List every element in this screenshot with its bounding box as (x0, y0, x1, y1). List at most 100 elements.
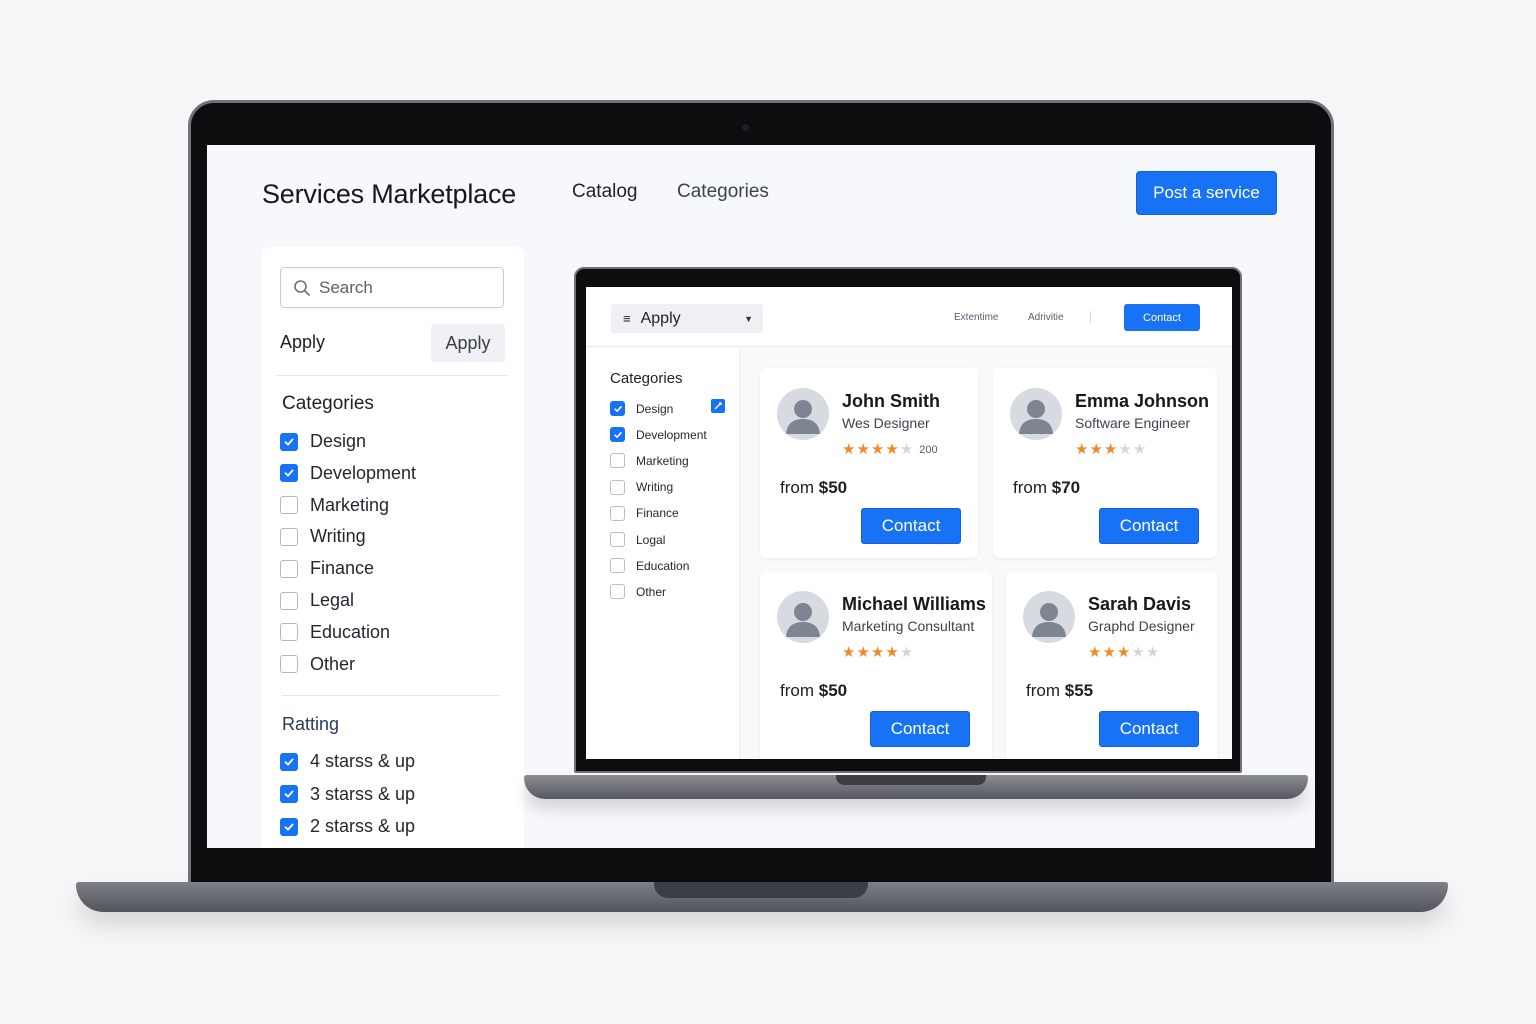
checkbox-label: Other (310, 653, 356, 674)
inner-categories-title: Categories (610, 370, 683, 387)
checkbox-row[interactable]: 3 starss & up (280, 784, 415, 805)
checkbox-label: 4 starss & up (310, 751, 416, 771)
rating-stars: ★ ★ ★ ★ ★ (842, 645, 914, 660)
checkbox-row[interactable]: Finance (280, 558, 374, 579)
provider-role: Marketing Consultant (842, 618, 975, 634)
nav-catalog[interactable]: Catalog (572, 181, 638, 203)
checkbox[interactable] (610, 453, 625, 469)
inner-link-extentime[interactable]: Extentime (954, 312, 998, 323)
checkbox-label: Development (636, 427, 707, 442)
inner-contact-button[interactable]: Contact (1124, 304, 1200, 331)
checkbox-row[interactable]: Other (280, 654, 355, 675)
post-service-button[interactable]: Post a service (1136, 171, 1277, 215)
checkbox[interactable] (280, 785, 298, 803)
checkbox-row[interactable]: Finance (610, 505, 679, 521)
provider-card: Michael Williams Marketing Consultant ★ ★ ★ ★… (760, 571, 992, 759)
star-icon: ★ (856, 644, 870, 661)
inner-topbar: ≡ Apply ▼ Extentime Adrivitie Contact (586, 287, 1232, 347)
contact-button[interactable]: Contact (861, 508, 961, 544)
checkbox[interactable] (610, 479, 625, 495)
checkbox-row[interactable]: 4 starss & up (280, 751, 415, 772)
inner-dropdown[interactable]: ≡ Apply ▼ (611, 304, 763, 333)
checkbox[interactable] (280, 432, 298, 451)
checkbox-row[interactable]: Marketing (610, 453, 689, 469)
checkbox[interactable] (610, 558, 625, 574)
rating-stars: ★ ★ ★ ★ ★ (1088, 645, 1160, 660)
checkbox-row[interactable]: Other (610, 584, 666, 600)
checkbox-row[interactable]: Writing (610, 479, 674, 495)
provider-card: John Smith Wes Designer ★ ★ ★ ★ ★ 200 from $50 Co… (760, 368, 978, 558)
provider-name: Michael Williams (842, 594, 986, 614)
checkbox[interactable] (280, 623, 298, 642)
checkbox-row[interactable]: Design (280, 431, 366, 452)
star-icon: ★ (1089, 441, 1103, 458)
apply-label: Apply (280, 332, 326, 352)
avatar (1010, 388, 1062, 440)
checkbox[interactable] (610, 401, 625, 416)
checkbox-label: Writing (636, 480, 674, 495)
checkbox[interactable] (280, 464, 298, 483)
checkbox-row[interactable]: Legal (280, 590, 354, 611)
price: from $55 (1026, 681, 1093, 701)
inner-link-adrivitie[interactable]: Adrivitie (1028, 312, 1064, 323)
checkbox-row[interactable]: Logal (610, 532, 665, 547)
avatar (777, 388, 829, 440)
camera-icon (742, 124, 749, 131)
checkbox-row[interactable]: Education (610, 558, 689, 574)
provider-name: John Smith (842, 391, 940, 411)
edit-icon[interactable] (711, 399, 725, 413)
price-value: $70 (1051, 478, 1081, 497)
price: from $50 (780, 681, 847, 701)
checkbox[interactable] (610, 427, 625, 443)
contact-button[interactable]: Contact (870, 711, 970, 747)
checkbox-row[interactable]: Development (280, 463, 416, 484)
star-icon: ★ (1118, 441, 1132, 458)
checkbox[interactable] (280, 527, 298, 546)
star-icon: ★ (856, 441, 870, 458)
star-icon: ★ (899, 441, 914, 458)
price-value: $50 (818, 681, 848, 700)
checkbox-row[interactable]: Design (610, 401, 673, 416)
separator (1090, 311, 1091, 323)
checkbox-label: Legal (310, 590, 355, 610)
checkbox-row[interactable]: 2 starss & up (280, 816, 415, 837)
checkbox-row[interactable]: Education (280, 622, 390, 643)
checkbox-row[interactable]: Writing (280, 526, 366, 547)
checkbox-label: 3 starss & up (310, 783, 416, 804)
inner-laptop-notch (836, 775, 986, 785)
checkbox-label: Writing (310, 526, 366, 547)
checkbox[interactable] (280, 559, 298, 578)
price-prefix: from (780, 478, 819, 497)
contact-button[interactable]: Contact (1099, 711, 1199, 747)
checkbox[interactable] (280, 496, 298, 515)
nav-categories[interactable]: Categories (677, 181, 769, 203)
checkbox[interactable] (280, 817, 298, 836)
checkbox[interactable] (610, 584, 625, 600)
checkbox[interactable] (280, 752, 298, 771)
price-value: $55 (1064, 681, 1094, 700)
provider-role: Graphd Designer (1088, 618, 1195, 634)
checkbox-label: Marketing (310, 494, 390, 515)
provider-name: Emma Johnson (1075, 391, 1210, 411)
checkbox[interactable] (610, 532, 625, 547)
star-icon: ★ (1116, 644, 1131, 661)
star-icon: ★ (870, 644, 885, 661)
checkbox-row[interactable]: Development (610, 427, 707, 443)
apply-button[interactable]: Apply (431, 324, 505, 362)
checkbox[interactable] (610, 505, 625, 521)
checkbox-label: Design (310, 431, 367, 451)
search-input[interactable] (319, 277, 479, 298)
star-icon: ★ (1145, 644, 1160, 661)
price-prefix: from (1013, 478, 1052, 497)
rating-stars: ★ ★ ★ ★ ★ 200 (842, 442, 938, 457)
checkbox[interactable] (280, 655, 298, 674)
checkbox[interactable] (280, 591, 298, 610)
checkbox-row[interactable]: Marketing (280, 495, 389, 516)
star-icon: ★ (885, 441, 899, 458)
inner-sidebar: Categories Design Development Marketing Wri… (586, 348, 740, 759)
search-field[interactable] (280, 267, 504, 308)
search-icon (294, 279, 310, 296)
price-prefix: from (780, 681, 819, 700)
inner-screen: ≡ Apply ▼ Extentime Adrivitie Contact Ca… (586, 287, 1232, 759)
contact-button[interactable]: Contact (1099, 508, 1199, 544)
